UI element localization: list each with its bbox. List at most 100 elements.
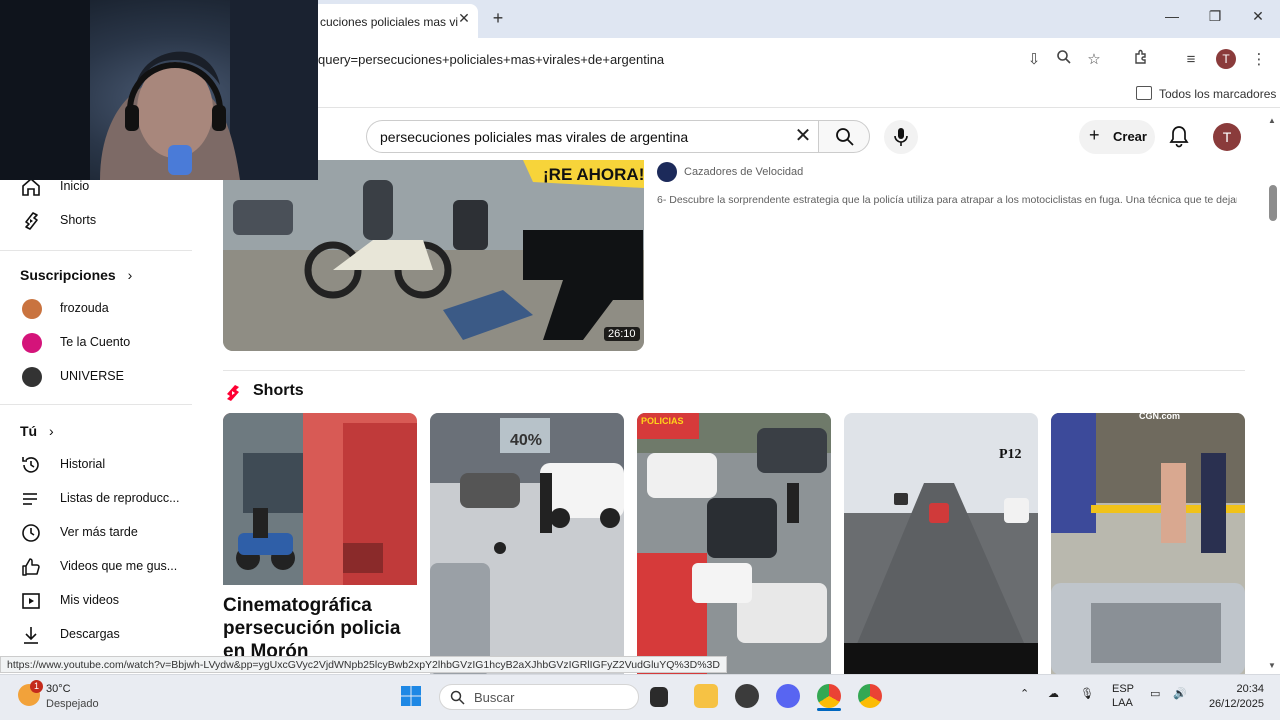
- short-card[interactable]: 40%: [430, 413, 624, 675]
- all-bookmarks-link[interactable]: Todos los marcadores: [1159, 87, 1276, 101]
- zoom-icon[interactable]: [1053, 49, 1075, 71]
- sidebar-item-frozouda[interactable]: frozouda: [18, 292, 198, 326]
- thumbs-up-icon: [22, 558, 40, 576]
- short-thumbnail: POLICIAS: [637, 413, 831, 675]
- extensions-icon[interactable]: [1130, 49, 1152, 71]
- create-button[interactable]: + Crear: [1079, 120, 1155, 154]
- windows-start-icon[interactable]: [400, 685, 422, 707]
- short-thumbnail: [223, 413, 417, 585]
- search-input[interactable]: persecuciones policiales mas virales de …: [366, 120, 818, 153]
- channel-name-link[interactable]: Cazadores de Velocidad: [684, 166, 803, 178]
- sidebar-divider: [0, 250, 192, 251]
- scroll-down-icon[interactable]: ▼: [1268, 661, 1276, 670]
- tab-close-icon[interactable]: ✕: [456, 10, 472, 26]
- new-tab-button[interactable]: +: [488, 8, 508, 28]
- browser-profile-avatar[interactable]: T: [1216, 49, 1236, 69]
- section-divider: [223, 370, 1245, 371]
- minimize-icon[interactable]: —: [1160, 8, 1184, 28]
- shorts-logo-icon: [227, 385, 239, 401]
- short-thumbnail: CGN.com: [1051, 413, 1245, 675]
- sidebar-item-playlists[interactable]: Listas de reproducc...: [18, 482, 198, 516]
- close-window-icon[interactable]: ✕: [1246, 8, 1270, 28]
- media-controls-icon[interactable]: ≡: [1180, 49, 1202, 71]
- install-app-icon[interactable]: ⇩: [1023, 49, 1045, 71]
- you-heading[interactable]: Tú ›: [20, 423, 54, 439]
- sidebar-item-liked-videos[interactable]: Videos que me gus...: [18, 550, 198, 584]
- notification-badge: 1: [30, 680, 43, 693]
- clear-search-icon[interactable]: ✕: [793, 124, 813, 148]
- discord-icon[interactable]: [776, 684, 800, 708]
- short-card[interactable]: Cinematográfica persecución policia en M…: [223, 413, 417, 675]
- file-explorer-icon[interactable]: [694, 684, 718, 708]
- link-status-bar: https://www.youtube.com/watch?v=Bbjwh-LV…: [0, 656, 727, 673]
- short-thumbnail: P12: [844, 413, 1038, 675]
- chrome-profile-icon[interactable]: [858, 684, 882, 708]
- sidebar-item-label: Descargas: [60, 627, 120, 641]
- video-thumbnail[interactable]: ¡RE AHORA!: [223, 160, 644, 351]
- search-icon: [450, 690, 465, 705]
- channel-avatar[interactable]: [657, 162, 677, 182]
- short-card[interactable]: CGN.com: [1051, 413, 1245, 675]
- sidebar-item-te-la-cuento[interactable]: Te la Cuento: [18, 326, 198, 360]
- video-description: 6- Descubre la sorprendente estrategia q…: [657, 194, 1237, 206]
- sidebar-item-downloads[interactable]: Descargas: [18, 618, 198, 652]
- address-bar[interactable]: query=persecuciones+policiales+mas+viral…: [318, 52, 664, 67]
- sidebar-item-historial[interactable]: Historial: [18, 448, 198, 482]
- sidebar-item-universe[interactable]: UNIVERSE: [18, 360, 198, 394]
- chrome-icon[interactable]: [817, 684, 841, 708]
- sidebar-item-label: Videos que me gus...: [60, 559, 178, 573]
- channel-avatar: [22, 299, 42, 319]
- channel-avatar: [22, 333, 42, 353]
- sidebar-item-label: Ver más tarde: [60, 525, 138, 539]
- short-overlay-text: CGN.com: [1139, 413, 1180, 421]
- create-label: Crear: [1113, 129, 1147, 144]
- account-avatar[interactable]: T: [1213, 123, 1241, 151]
- history-icon: [22, 457, 39, 473]
- taskbar-date[interactable]: 26/12/2025: [1200, 698, 1264, 710]
- sidebar-item-label: Mis videos: [60, 593, 120, 607]
- sidebar-item-shorts[interactable]: Shorts: [18, 204, 198, 238]
- notifications-bell-icon[interactable]: [1168, 124, 1190, 148]
- task-view-icon[interactable]: [650, 687, 668, 707]
- language-indicator[interactable]: ESP LAA: [1112, 683, 1134, 709]
- tray-chevron-up-icon[interactable]: ⌃: [1020, 687, 1029, 700]
- short-card[interactable]: POLICIAS: [637, 413, 831, 675]
- sidebar-item-watch-later[interactable]: Ver más tarde: [18, 516, 198, 550]
- taskbar-clock[interactable]: 20:34: [1220, 683, 1264, 695]
- network-icon[interactable]: ▭: [1150, 687, 1160, 700]
- weather-condition[interactable]: Despejado: [46, 698, 99, 710]
- subscriptions-heading[interactable]: Suscripciones ›: [20, 267, 132, 283]
- taskbar-search[interactable]: Buscar: [439, 684, 639, 710]
- search-button[interactable]: [818, 120, 870, 153]
- video-duration-badge: 26:10: [604, 327, 640, 341]
- channel-avatar: [22, 367, 42, 387]
- sidebar-item-label: Te la Cuento: [60, 335, 131, 349]
- browser-menu-icon[interactable]: ⋮: [1248, 49, 1270, 71]
- scroll-up-icon[interactable]: ▲: [1268, 116, 1276, 125]
- webcam-overlay: [0, 0, 318, 180]
- plus-icon: +: [1089, 125, 1100, 145]
- sidebar-item-label: UNIVERSE: [60, 369, 124, 383]
- short-title[interactable]: Cinematográfica persecución policia en M…: [223, 594, 417, 663]
- scrollbar-thumb[interactable]: [1269, 185, 1277, 221]
- browser-tab[interactable]: cuciones policiales mas vi: [312, 4, 478, 38]
- short-card[interactable]: P12: [844, 413, 1038, 675]
- app-icon[interactable]: [735, 684, 759, 708]
- folder-icon: [1136, 86, 1152, 100]
- thumbnail-image: ¡RE AHORA!: [223, 160, 644, 351]
- sidebar-item-label: Historial: [60, 457, 106, 471]
- microphone-tray-icon[interactable]: 🎙: [1080, 687, 1094, 700]
- voice-search-button[interactable]: [884, 120, 918, 154]
- shorts-section-title: Shorts: [253, 382, 304, 399]
- chevron-right-icon: ›: [127, 267, 133, 283]
- search-placeholder: Buscar: [474, 690, 515, 705]
- restore-icon[interactable]: ❐: [1203, 8, 1227, 28]
- onedrive-icon[interactable]: ☁: [1048, 687, 1059, 700]
- microphone-icon: [894, 128, 908, 146]
- volume-icon[interactable]: 🔊: [1173, 687, 1187, 700]
- my-videos-icon: [22, 593, 40, 609]
- search-icon: [836, 128, 854, 146]
- sidebar-item-my-videos[interactable]: Mis videos: [18, 584, 198, 618]
- weather-temperature[interactable]: 30°C: [46, 683, 71, 695]
- bookmark-star-icon[interactable]: ☆: [1083, 49, 1105, 71]
